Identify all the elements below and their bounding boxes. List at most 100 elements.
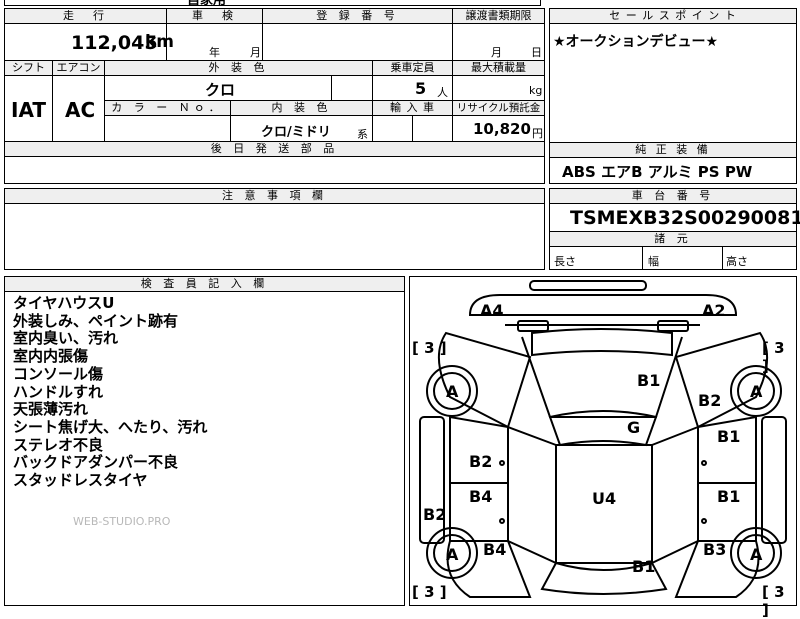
capacity-unit: 人 <box>437 86 448 99</box>
color-no-cell <box>105 116 231 142</box>
recycle-unit: 円 <box>532 127 543 140</box>
spec-table: 走 行 車 検 登 録 番 号 譲渡書類期限 112,045 km 年 月 月 … <box>4 8 545 184</box>
capacity-cell: 5 人 <box>373 76 453 101</box>
max-load-header: 最大積載量 <box>453 61 544 76</box>
import-cell-b <box>413 116 453 142</box>
sales-point-text: ★オークションデビュー★ <box>553 34 719 50</box>
mark-b4-left-rear: B4 <box>483 540 507 559</box>
mileage-cell: 112,045 km <box>5 24 174 61</box>
mark-b1-rf-door: B1 <box>717 427 741 446</box>
tire-lf: A <box>446 382 459 401</box>
recycle-header: リサイクル預託金 <box>453 101 544 116</box>
mark-a2: A2 <box>702 301 726 320</box>
dim-divider-2 <box>722 247 723 269</box>
interior-color-header: 内 装 色 <box>231 101 373 116</box>
inspector-line: スタッドレスタイヤ <box>13 471 148 490</box>
mark-b2-lf-door: B2 <box>469 452 493 471</box>
dim-width-label: 幅 <box>648 255 659 268</box>
tire-rf: A <box>750 382 763 401</box>
later-parts-header: 後 日 発 送 部 品 <box>5 142 544 157</box>
tire-lr: A <box>446 545 459 564</box>
aircon-header: エアコン <box>53 61 105 76</box>
chassis-value: TSMEXB32S00290081 <box>570 207 800 229</box>
mark-b2-front-right: B2 <box>698 391 722 410</box>
tread-rf: [ 3 ] <box>762 339 785 375</box>
inspector-line: 室内内張傷 <box>13 347 89 366</box>
inspector-lines: タイヤハウスU 外装しみ、ペイント跡有 室内臭い、汚れ 室内内張傷 コンソール傷… <box>13 294 208 490</box>
shift-header: シフト <box>5 61 53 76</box>
top-strip-text: 自家用 <box>187 0 227 8</box>
inspector-line: シート焦げ大、へたり、汚れ <box>13 417 208 436</box>
tread-lf: [ 3 ] <box>412 339 447 357</box>
capacity-header: 乗車定員 <box>373 61 453 76</box>
mark-b1-rear: B1 <box>632 557 656 576</box>
mark-b3-right-rear: B3 <box>703 540 727 559</box>
tire-rr: A <box>750 545 763 564</box>
mark-b4-lr-door: B4 <box>469 487 493 506</box>
import-header: 輸 入 車 <box>373 101 453 116</box>
inspector-box: 検 査 員 記 入 欄 タイヤハウスU 外装しみ、ペイント跡有 室内臭い、汚れ … <box>4 276 405 606</box>
transfer-deadline-cell: 月 日 <box>453 24 544 61</box>
later-parts-area <box>5 157 544 183</box>
shaken-header: 車 検 <box>167 9 263 24</box>
inspector-line: ステレオ不良 <box>13 435 104 454</box>
inspector-line: ハンドルすれ <box>13 382 104 401</box>
mark-b1-hood: B1 <box>637 371 661 390</box>
recycle-value: 10,820 <box>473 120 531 138</box>
mark-u4: U4 <box>592 489 617 508</box>
registration-cell <box>263 24 453 61</box>
color-no-header: カ ラ ー Ｎｏ． <box>105 101 231 116</box>
dim-divider-1 <box>642 247 643 269</box>
max-load-unit: kg <box>529 84 543 97</box>
exterior-color-header: 外 装 色 <box>105 61 373 76</box>
mileage-header: 走 行 <box>5 9 167 24</box>
inspector-line: タイヤハウスU <box>13 294 115 312</box>
exterior-color-cell: クロ <box>105 76 332 101</box>
recycle-cell: 10,820 円 <box>453 116 544 142</box>
mark-b1-rr-door: B1 <box>717 487 741 506</box>
equipment-items: ABS エアB アルミ PS PW <box>562 163 753 181</box>
sales-point-header: セ ー ル ス ポ イ ン ト <box>550 9 796 24</box>
inspector-header: 検 査 員 記 入 欄 <box>5 277 404 292</box>
max-load-cell: kg <box>453 76 544 101</box>
interior-color-cell: クロ/ミドリ 系 <box>231 116 373 142</box>
shaken-month-unit: 月 <box>250 46 261 59</box>
chassis-header: 車 台 番 号 <box>550 189 796 204</box>
capacity-value: 5 <box>415 79 427 98</box>
sales-point-box: セ ー ル ス ポ イ ン ト ★オークションデビュー★ 純 正 装 備 ABS… <box>549 8 797 184</box>
inspector-line: 天張薄汚れ <box>13 400 89 419</box>
top-strip: 自家用 <box>4 0 541 8</box>
inspector-line: コンソール傷 <box>13 364 104 383</box>
transfer-month-unit: 月 <box>491 46 502 59</box>
dim-height-label: 高さ <box>726 255 748 268</box>
dimensions-header: 諸 元 <box>550 232 796 247</box>
notes-header: 注 意 事 項 欄 <box>5 189 544 204</box>
mark-g: G <box>627 418 641 437</box>
interior-color-suffix: 系 <box>357 128 368 141</box>
shaken-cell: 年 月 <box>167 24 263 61</box>
registration-header: 登 録 番 号 <box>263 9 453 24</box>
tread-rr: [ 3 ] <box>762 583 785 619</box>
equipment-header: 純 正 装 備 <box>550 143 796 158</box>
aircon-cell: AC <box>53 76 105 142</box>
chassis-box: 車 台 番 号 TSMEXB32S00290081 諸 元 長さ 幅 高さ <box>549 188 800 270</box>
shift-cell: IAT <box>5 76 53 142</box>
dim-length-label: 長さ <box>554 255 576 268</box>
notes-box: 注 意 事 項 欄 <box>4 188 545 270</box>
tread-lr: [ 3 ] <box>412 583 447 601</box>
inspector-line: 外装しみ、ペイント跡有 <box>13 311 179 330</box>
inspector-line: 室内臭い、汚れ <box>13 329 119 348</box>
transfer-day-unit: 日 <box>531 46 542 59</box>
mark-a4: A4 <box>480 301 504 320</box>
watermark: WEB-STUDIO.PRO <box>73 515 171 528</box>
exterior-color-value: クロ <box>205 81 236 99</box>
shaken-year-unit: 年 <box>209 46 220 59</box>
mark-b2-left-rocker: B2 <box>423 505 447 524</box>
aircon-value: AC <box>65 98 96 122</box>
exterior-color-extra <box>332 76 373 101</box>
transfer-deadline-header: 譲渡書類期限 <box>453 9 544 24</box>
shift-value: IAT <box>11 98 47 122</box>
interior-color-value: クロ/ミドリ <box>261 125 331 140</box>
import-cell-a <box>373 116 413 142</box>
inspector-line: バックドアダンパー不良 <box>13 453 179 472</box>
